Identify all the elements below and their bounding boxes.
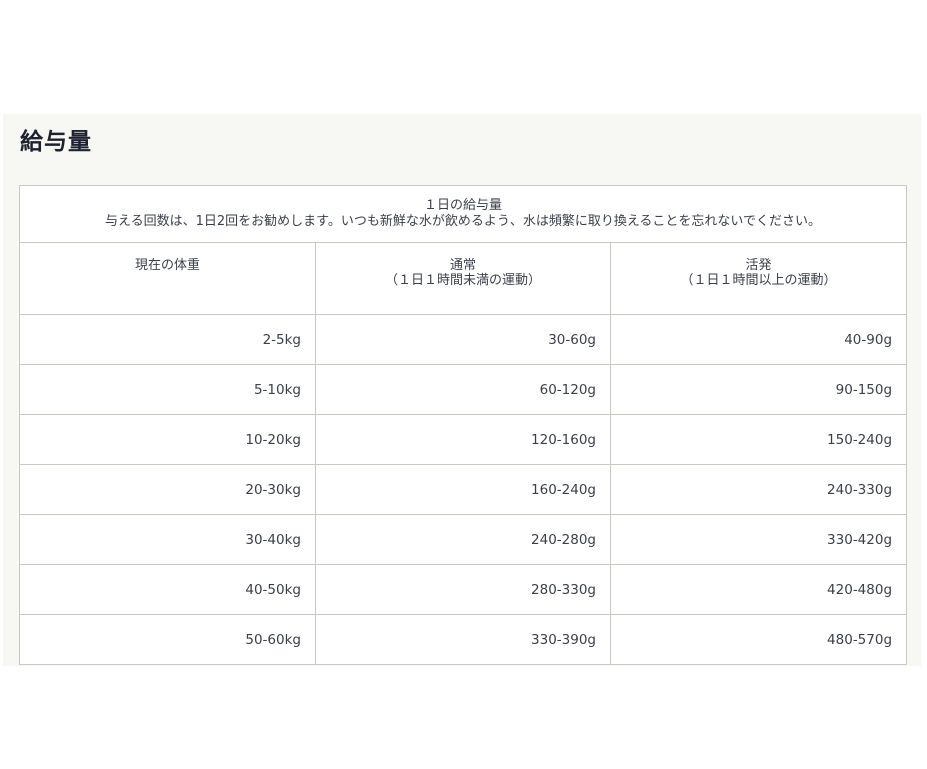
active-amount-cell: 150-240g xyxy=(609,414,908,465)
table-header-row: 現在の体重 通常 （１日１時間未満の運動） 活発 （１日１時間以上の運動） xyxy=(19,242,908,315)
header-sublabel: （１日１時間未満の運動） xyxy=(384,273,541,288)
weight-cell: 30-40kg xyxy=(19,514,316,565)
normal-amount-cell: 160-240g xyxy=(315,464,611,515)
active-amount-cell: 420-480g xyxy=(609,564,908,615)
weight-cell: 40-50kg xyxy=(19,564,316,615)
header-active: 活発 （１日１時間以上の運動） xyxy=(609,242,908,315)
normal-amount-cell: 30-60g xyxy=(315,314,611,365)
active-amount-cell: 240-330g xyxy=(609,464,908,515)
header-normal: 通常 （１日１時間未満の運動） xyxy=(315,242,611,315)
table-caption: １日の給与量 与える回数は、1日2回をお勧めします。いつも新鮮な水が飲めるよう、… xyxy=(18,185,908,243)
normal-amount-cell: 240-280g xyxy=(315,514,611,565)
active-amount-cell: 330-420g xyxy=(609,514,908,565)
active-amount-cell: 90-150g xyxy=(609,364,908,415)
weight-cell: 5-10kg xyxy=(19,364,316,415)
normal-amount-cell: 280-330g xyxy=(315,564,611,615)
table-row: 10-20kg 120-160g 150-240g xyxy=(19,414,908,465)
normal-amount-cell: 120-160g xyxy=(315,414,611,465)
header-weight: 現在の体重 xyxy=(19,242,316,315)
feeding-table: １日の給与量 与える回数は、1日2回をお勧めします。いつも新鮮な水が飲めるよう、… xyxy=(18,185,908,665)
table-row: 2-5kg 30-60g 40-90g xyxy=(19,314,908,365)
header-sublabel: （１日１時間以上の運動） xyxy=(680,273,837,288)
normal-amount-cell: 60-120g xyxy=(315,364,611,415)
section-title: 給与量 xyxy=(20,129,92,155)
header-label: 活発 xyxy=(745,258,772,273)
caption-note: 与える回数は、1日2回をお勧めします。いつも新鮮な水が飲めるよう、水は頻繁に取り… xyxy=(104,214,822,229)
weight-cell: 2-5kg xyxy=(19,314,316,365)
weight-cell: 20-30kg xyxy=(19,464,316,515)
normal-amount-cell: 330-390g xyxy=(315,614,611,665)
header-label: 現在の体重 xyxy=(134,258,200,273)
table-row: 5-10kg 60-120g 90-150g xyxy=(19,364,908,415)
table-row: 20-30kg 160-240g 240-330g xyxy=(19,464,908,515)
table-row: 50-60kg 330-390g 480-570g xyxy=(19,614,908,665)
weight-cell: 50-60kg xyxy=(19,614,316,665)
table-caption-row: １日の給与量 与える回数は、1日2回をお勧めします。いつも新鮮な水が飲めるよう、… xyxy=(18,185,908,243)
table-row: 40-50kg 280-330g 420-480g xyxy=(19,564,908,615)
weight-cell: 10-20kg xyxy=(19,414,316,465)
feeding-amount-section: 給与量 １日の給与量 与える回数は、1日2回をお勧めします。いつも新鮮な水が飲め… xyxy=(3,114,921,666)
active-amount-cell: 480-570g xyxy=(609,614,908,665)
active-amount-cell: 40-90g xyxy=(609,314,908,365)
header-label: 通常 xyxy=(449,258,476,273)
caption-title: １日の給与量 xyxy=(424,198,503,213)
table-row: 30-40kg 240-280g 330-420g xyxy=(19,514,908,565)
